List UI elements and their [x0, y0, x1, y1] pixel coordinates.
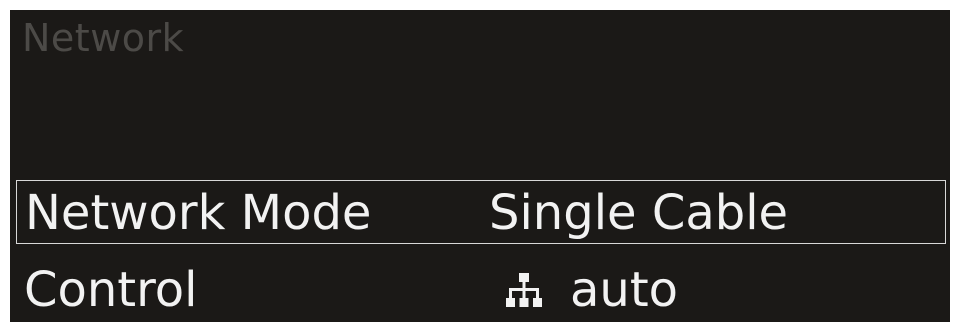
screen-title: Network: [22, 16, 185, 60]
device-display: Network Network Mode Single Cable Contro…: [10, 10, 950, 322]
menu-item-value-group: auto: [506, 264, 678, 316]
menu-item-label: Network Mode: [25, 185, 372, 241]
menu-item-network-mode[interactable]: Network Mode Single Cable: [16, 180, 946, 244]
network-icon: [506, 273, 542, 307]
menu-item-control[interactable]: Control auto: [16, 258, 946, 322]
menu-item-value: auto: [570, 262, 679, 318]
menu-item-label: Control: [24, 262, 198, 318]
menu-item-value: Single Cable: [489, 185, 789, 241]
